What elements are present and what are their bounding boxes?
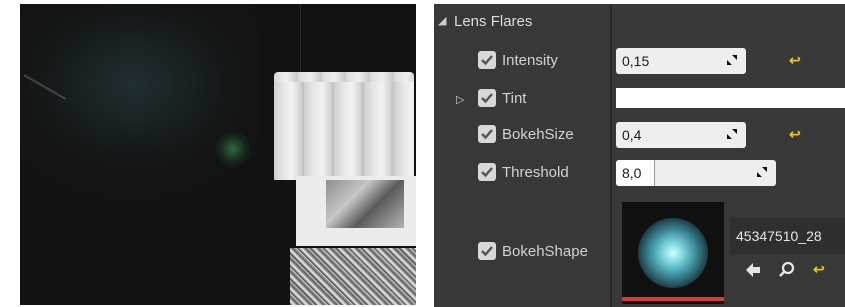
bokeh-size-reset-to-default-icon[interactable]: ↩: [789, 126, 801, 143]
bokeh-shape-thumbnail[interactable]: [622, 202, 724, 304]
intensity-value: 0,15: [622, 53, 650, 69]
asset-name-combo[interactable]: 45347510_28: [730, 218, 845, 254]
bokeh-shape-reset-to-default-icon[interactable]: ↩: [813, 261, 825, 278]
hanging-wire: [300, 4, 301, 78]
threshold-value: 8,0: [622, 165, 642, 181]
tint-color-swatch[interactable]: [616, 88, 845, 108]
painting-lower: [290, 248, 416, 305]
checkmark-icon: [481, 167, 493, 178]
tint-override-checkbox[interactable]: [478, 89, 496, 107]
spin-arrows-icon[interactable]: [724, 52, 740, 68]
tint-label: Tint: [502, 90, 527, 107]
lens-flare-glow: [20, 4, 260, 204]
threshold-label: Threshold: [502, 164, 569, 181]
bokeh-shape-override-checkbox[interactable]: [478, 242, 496, 260]
bokeh-size-input[interactable]: 0,4: [616, 122, 746, 148]
bokeh-size-label: BokehSize: [502, 126, 574, 143]
asset-name-text: 45347510_28: [736, 228, 822, 244]
threshold-override-checkbox[interactable]: [478, 163, 496, 181]
threshold-input[interactable]: 8,0: [616, 160, 776, 186]
checkmark-icon: [481, 129, 493, 140]
bokeh-size-override-checkbox[interactable]: [478, 125, 496, 143]
triangle-down-icon[interactable]: ◢: [438, 14, 446, 27]
intensity-reset-to-default-icon[interactable]: ↩: [789, 52, 801, 69]
bokeh-glow: [638, 218, 708, 288]
spin-arrows-icon[interactable]: [724, 126, 740, 142]
column-divider[interactable]: [610, 4, 612, 307]
lens-flare-dot: [216, 132, 250, 166]
tint-expand-arrow-icon[interactable]: ▷: [456, 93, 464, 106]
intensity-override-checkbox[interactable]: [478, 51, 496, 69]
bokeh-size-value: 0,4: [622, 127, 642, 143]
viewport-render: [20, 4, 416, 305]
intensity-input[interactable]: 0,15: [616, 48, 746, 74]
checkmark-icon: [481, 246, 493, 257]
checkmark-icon: [481, 93, 493, 104]
category-label: Lens Flares: [454, 13, 533, 30]
spin-arrows-icon[interactable]: [754, 164, 770, 180]
bokeh-shape-label: BokehShape: [502, 243, 588, 260]
search-icon[interactable]: [778, 261, 796, 279]
curtain: [274, 72, 414, 180]
thumbnail-underline: [622, 297, 724, 301]
left-arrow-icon[interactable]: [744, 261, 762, 279]
details-panel: ◢ Lens Flares Intensity 0,15 ↩ ▷ Tint Bo…: [434, 4, 845, 307]
painting: [326, 180, 404, 228]
checkmark-icon: [481, 55, 493, 66]
intensity-label: Intensity: [502, 52, 558, 69]
category-lens-flares[interactable]: ◢ Lens Flares: [434, 4, 610, 38]
